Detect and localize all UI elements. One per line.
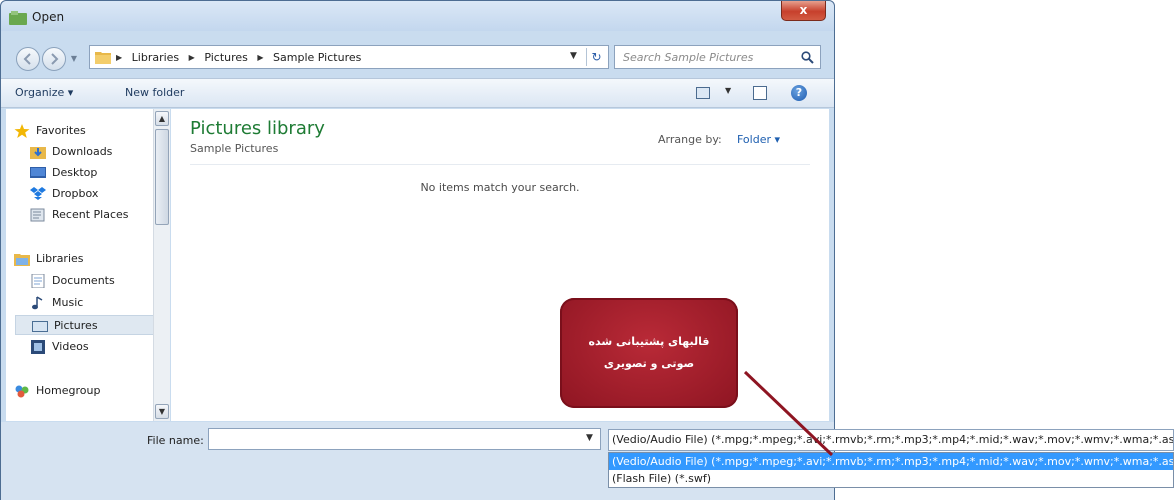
file-type-option-video-audio[interactable]: (Vedio/Audio File) (*.mpg;*.mpeg;*.avi;*… <box>609 453 1173 470</box>
open-dialog: Open x ▼ ▶ Libraries ▶ Pictures ▶ Sample… <box>0 0 835 500</box>
view-options-dropdown-icon[interactable]: ▼ <box>725 86 731 95</box>
sidebar-item-desktop[interactable]: Desktop <box>14 163 158 183</box>
navigation-pane: Favorites Downloads Desktop Dropbox Rece… <box>6 109 159 421</box>
header-divider <box>190 164 810 165</box>
sidebar-item-recent-places[interactable]: Recent Places <box>14 205 158 225</box>
search-icon[interactable] <box>801 51 814 64</box>
videos-icon <box>31 340 45 354</box>
back-button[interactable] <box>16 47 40 71</box>
scroll-up-icon[interactable]: ▲ <box>155 111 169 126</box>
search-placeholder: Search Sample Pictures <box>623 51 754 64</box>
command-toolbar: Organize ▾ New folder ▼ ? <box>1 78 834 108</box>
window-title: Open <box>32 10 65 24</box>
navigation-scrollbar[interactable]: ▲ ▼ <box>153 109 170 421</box>
address-dropdown-icon[interactable]: ▼ <box>570 51 577 61</box>
sidebar-item-libraries[interactable]: Libraries <box>14 249 158 269</box>
sidebar-item-downloads[interactable]: Downloads <box>14 142 158 162</box>
preview-pane-icon[interactable] <box>753 86 767 100</box>
app-icon <box>9 11 27 25</box>
sidebar-item-favorites[interactable]: Favorites <box>14 121 158 141</box>
arrange-by-dropdown[interactable]: Folder ▾ <box>737 133 780 146</box>
file-type-dropdown-list: (Vedio/Audio File) (*.mpg;*.mpeg;*.avi;*… <box>608 452 1174 488</box>
scroll-thumb[interactable] <box>155 129 169 225</box>
music-icon <box>32 296 43 310</box>
recent-places-icon <box>30 208 45 222</box>
navigation-bar: ▼ ▶ Libraries ▶ Pictures ▶ Sample Pictur… <box>1 37 834 75</box>
scroll-down-icon[interactable]: ▼ <box>155 404 169 419</box>
sidebar-item-homegroup[interactable]: Homegroup <box>14 381 158 401</box>
empty-search-message: No items match your search. <box>420 181 580 194</box>
file-name-label: File name: <box>147 434 204 447</box>
address-bar[interactable]: ▶ Libraries ▶ Pictures ▶ Sample Pictures… <box>89 45 609 69</box>
star-icon <box>14 124 30 138</box>
library-title: Pictures library <box>190 118 325 139</box>
forward-button[interactable] <box>42 47 66 71</box>
organize-button[interactable]: Organize ▾ <box>15 86 73 99</box>
breadcrumb-separator-icon: ▶ <box>188 53 195 62</box>
downloads-folder-icon <box>30 147 46 159</box>
forward-arrow-icon <box>51 53 59 65</box>
documents-icon <box>31 274 45 288</box>
file-name-input[interactable] <box>208 428 601 450</box>
sidebar-item-documents[interactable]: Documents <box>14 271 158 291</box>
folder-icon <box>95 52 111 64</box>
breadcrumb-sample-pictures[interactable]: Sample Pictures <box>273 51 361 64</box>
dropbox-icon <box>30 187 46 200</box>
breadcrumb-separator-icon: ▶ <box>116 53 123 62</box>
annotation-callout: قالبهای پشتیبانی شده صوتی و تصویری <box>560 298 738 408</box>
back-arrow-icon <box>23 53 31 65</box>
close-button[interactable]: x <box>781 1 826 21</box>
help-icon[interactable]: ? <box>791 85 807 101</box>
sidebar-item-music[interactable]: Music <box>14 293 158 313</box>
title-bar: Open x <box>1 1 834 31</box>
desktop-icon <box>30 167 46 178</box>
sidebar-item-pictures[interactable]: Pictures <box>15 315 159 335</box>
callout-line-2: صوتی و تصویری <box>603 357 695 370</box>
breadcrumb-libraries[interactable]: Libraries <box>132 51 180 64</box>
sidebar-item-dropbox[interactable]: Dropbox <box>14 184 158 204</box>
breadcrumb-pictures[interactable]: Pictures <box>204 51 248 64</box>
sidebar-item-videos[interactable]: Videos <box>14 337 158 357</box>
change-view-icon[interactable] <box>696 87 710 99</box>
breadcrumb: ▶ Libraries ▶ Pictures ▶ Sample Pictures <box>116 51 367 65</box>
file-type-select[interactable]: (Vedio/Audio File) (*.mpg;*.mpeg;*.avi;*… <box>608 429 1174 451</box>
library-subtitle: Sample Pictures <box>190 142 279 155</box>
callout-line-1: قالبهای پشتیبانی شده <box>588 335 710 348</box>
arrange-by-label: Arrange by: <box>658 133 722 146</box>
file-type-option-flash[interactable]: (Flash File) (*.swf) <box>609 470 1173 487</box>
refresh-icon[interactable]: ↻ <box>586 48 606 66</box>
search-input[interactable]: Search Sample Pictures <box>614 45 821 69</box>
homegroup-icon <box>15 385 29 398</box>
libraries-icon <box>14 254 30 266</box>
breadcrumb-separator-icon: ▶ <box>257 53 264 62</box>
new-folder-button[interactable]: New folder <box>125 86 184 99</box>
file-name-dropdown-icon[interactable]: ▼ <box>586 433 593 443</box>
recent-locations-dropdown-icon[interactable]: ▼ <box>69 52 79 66</box>
pictures-icon <box>32 321 48 332</box>
